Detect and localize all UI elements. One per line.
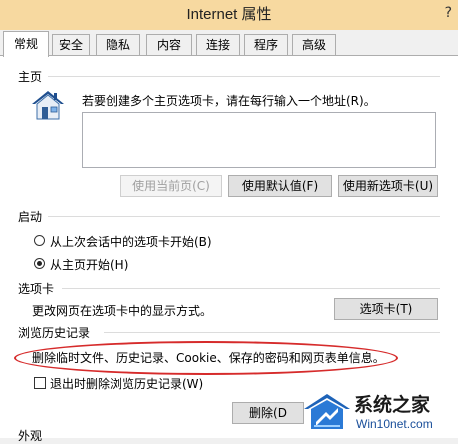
delete-on-exit-label: 退出时删除浏览历史记录(W): [50, 377, 204, 391]
tab-strip: 常规 安全 隐私 内容 连接 程序 高级: [0, 30, 458, 57]
house-icon: [32, 91, 64, 120]
tab-privacy[interactable]: 隐私: [96, 34, 140, 55]
homepage-address-input[interactable]: [82, 112, 436, 168]
tab-content[interactable]: 内容: [146, 34, 192, 55]
tabs-description: 更改网页在选项卡中的显示方式。: [32, 304, 213, 318]
tab-advanced[interactable]: 高级: [292, 34, 336, 55]
use-default-button[interactable]: 使用默认值(F): [228, 175, 332, 197]
tab-connections[interactable]: 连接: [196, 34, 240, 55]
window-title: Internet 属性: [186, 6, 272, 23]
radio-home-page[interactable]: [34, 258, 45, 269]
radio-last-session-label: 从上次会话中的选项卡开始(B): [50, 235, 212, 249]
use-new-tab-button[interactable]: 使用新选项卡(U): [338, 175, 438, 197]
title-bar: Internet 属性 ?: [0, 0, 458, 30]
radio-last-session[interactable]: [34, 235, 45, 246]
delete-button[interactable]: 删除(D: [232, 402, 304, 424]
startup-section-label: 启动: [18, 210, 43, 224]
tab-programs[interactable]: 程序: [244, 34, 288, 55]
delete-on-exit-checkbox[interactable]: [34, 377, 46, 389]
startup-divider: [48, 216, 440, 217]
appearance-section-label: 外观: [18, 429, 43, 443]
tabs-divider: [62, 288, 440, 289]
use-current-button[interactable]: 使用当前页(C): [120, 175, 222, 197]
homepage-section-label: 主页: [18, 70, 43, 84]
tab-security[interactable]: 安全: [52, 34, 90, 55]
watermark: 系统之家 Win10net.com: [296, 388, 458, 438]
radio-home-page-label: 从主页开始(H): [50, 258, 129, 272]
history-section-label: 浏览历史记录: [18, 326, 91, 340]
watermark-url: Win10net.com: [356, 417, 433, 431]
watermark-logo-icon: [304, 394, 350, 429]
tab-general[interactable]: 常规: [3, 31, 49, 57]
highlight-ellipse: [14, 341, 398, 375]
tabs-section-label: 选项卡: [18, 282, 55, 296]
homepage-instruction: 若要创建多个主页选项卡，请在每行输入一个地址(R)。: [82, 94, 376, 108]
history-divider: [104, 332, 440, 333]
help-icon[interactable]: ?: [445, 0, 452, 26]
watermark-title: 系统之家: [354, 394, 431, 416]
homepage-divider: [48, 76, 440, 77]
tabs-button[interactable]: 选项卡(T): [334, 298, 438, 320]
